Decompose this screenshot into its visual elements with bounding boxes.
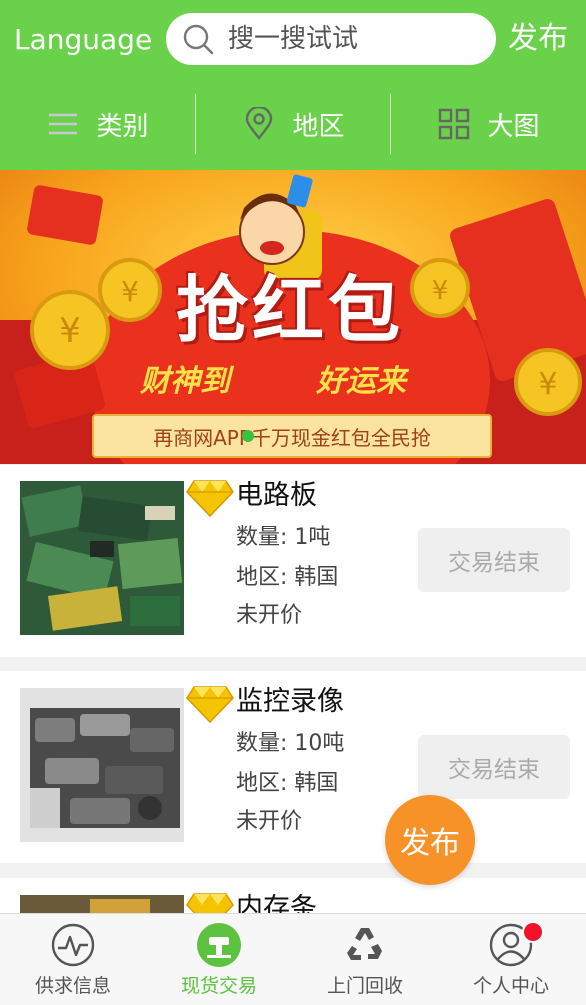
banner-caption-text: 再商网APP千万现金红包全民抢 bbox=[153, 425, 431, 450]
listing-region: 地区: 韩国 bbox=[236, 771, 339, 796]
filter-large-view[interactable]: 大图 bbox=[391, 86, 586, 162]
search-icon bbox=[183, 24, 214, 55]
publish-fab-button[interactable]: 发布 bbox=[385, 795, 475, 885]
svg-text:¥: ¥ bbox=[59, 311, 81, 351]
filter-bar: 类别 地区 大图 bbox=[0, 86, 586, 162]
tab-door-recycling[interactable]: 上门回收 bbox=[292, 914, 438, 1005]
svg-text:¥: ¥ bbox=[538, 367, 557, 402]
diamond-icon bbox=[186, 686, 234, 723]
search-input[interactable]: 搜一搜试试 bbox=[166, 13, 496, 65]
pulse-icon bbox=[51, 923, 95, 967]
status-button[interactable]: 交易结束 bbox=[418, 528, 570, 592]
tab-label: 个人中心 bbox=[472, 975, 549, 997]
banner-slogan-right: 好运来 bbox=[316, 364, 406, 399]
banner-slogan-left: 财神到 bbox=[140, 364, 230, 399]
listing-quantity: 数量: 1吨 bbox=[236, 525, 331, 550]
bottom-tab-bar: 供求信息 现货交易 上门回收 个人中心 bbox=[0, 913, 586, 1005]
filter-category[interactable]: 类别 bbox=[0, 86, 195, 162]
notification-badge bbox=[522, 921, 544, 943]
publish-button[interactable]: 发布 bbox=[508, 20, 568, 58]
language-button[interactable]: Language bbox=[14, 22, 152, 58]
promo-banner[interactable]: ¥ ¥ ¥ ¥ 抢红包 财神到 好运来 再商网APP千万现金红包全民抢 bbox=[0, 170, 586, 464]
svg-text:¥: ¥ bbox=[121, 275, 139, 308]
listing-region: 地区: 韩国 bbox=[236, 565, 339, 590]
filter-large-view-label: 大图 bbox=[487, 111, 540, 142]
diamond-icon bbox=[186, 480, 234, 517]
list-icon bbox=[49, 113, 78, 135]
list-item[interactable]: 电路板 数量: 1吨 地区: 韩国 未开价 交易结束 bbox=[0, 465, 586, 657]
tab-personal-center[interactable]: 个人中心 bbox=[438, 914, 584, 1005]
grid-icon bbox=[439, 108, 470, 140]
hammer-icon bbox=[197, 923, 241, 967]
tab-supply-demand[interactable]: 供求信息 bbox=[0, 914, 146, 1005]
listing-quantity: 数量: 10吨 bbox=[236, 731, 345, 756]
listing-price: 未开价 bbox=[236, 809, 303, 834]
listing-title: 监控录像 bbox=[236, 686, 344, 717]
listing-price: 未开价 bbox=[236, 603, 303, 628]
tab-label: 现货交易 bbox=[180, 975, 257, 997]
list-item[interactable]: 内存条 bbox=[0, 878, 586, 918]
carousel-dot[interactable] bbox=[242, 430, 254, 442]
filter-region[interactable]: 地区 bbox=[196, 86, 391, 162]
tab-label: 供求信息 bbox=[34, 975, 111, 997]
search-placeholder: 搜一搜试试 bbox=[228, 24, 359, 54]
top-bar: Language 搜一搜试试 发布 类别 地区 大图 bbox=[0, 0, 586, 170]
filter-region-label: 地区 bbox=[292, 111, 345, 142]
product-image bbox=[20, 688, 184, 842]
recycle-icon bbox=[347, 928, 382, 960]
list-item[interactable]: 监控录像 数量: 10吨 地区: 韩国 未开价 交易结束 bbox=[0, 671, 586, 863]
tab-spot-trading[interactable]: 现货交易 bbox=[146, 914, 292, 1005]
listing-title: 电路板 bbox=[236, 480, 317, 511]
status-button[interactable]: 交易结束 bbox=[418, 735, 570, 799]
filter-category-label: 类别 bbox=[96, 111, 149, 142]
tab-label: 上门回收 bbox=[326, 975, 403, 997]
product-image bbox=[20, 481, 184, 635]
banner-caption: 再商网APP千万现金红包全民抢 bbox=[92, 414, 492, 458]
location-pin-icon bbox=[246, 107, 273, 140]
banner-headline: 抢红包 bbox=[175, 267, 404, 352]
